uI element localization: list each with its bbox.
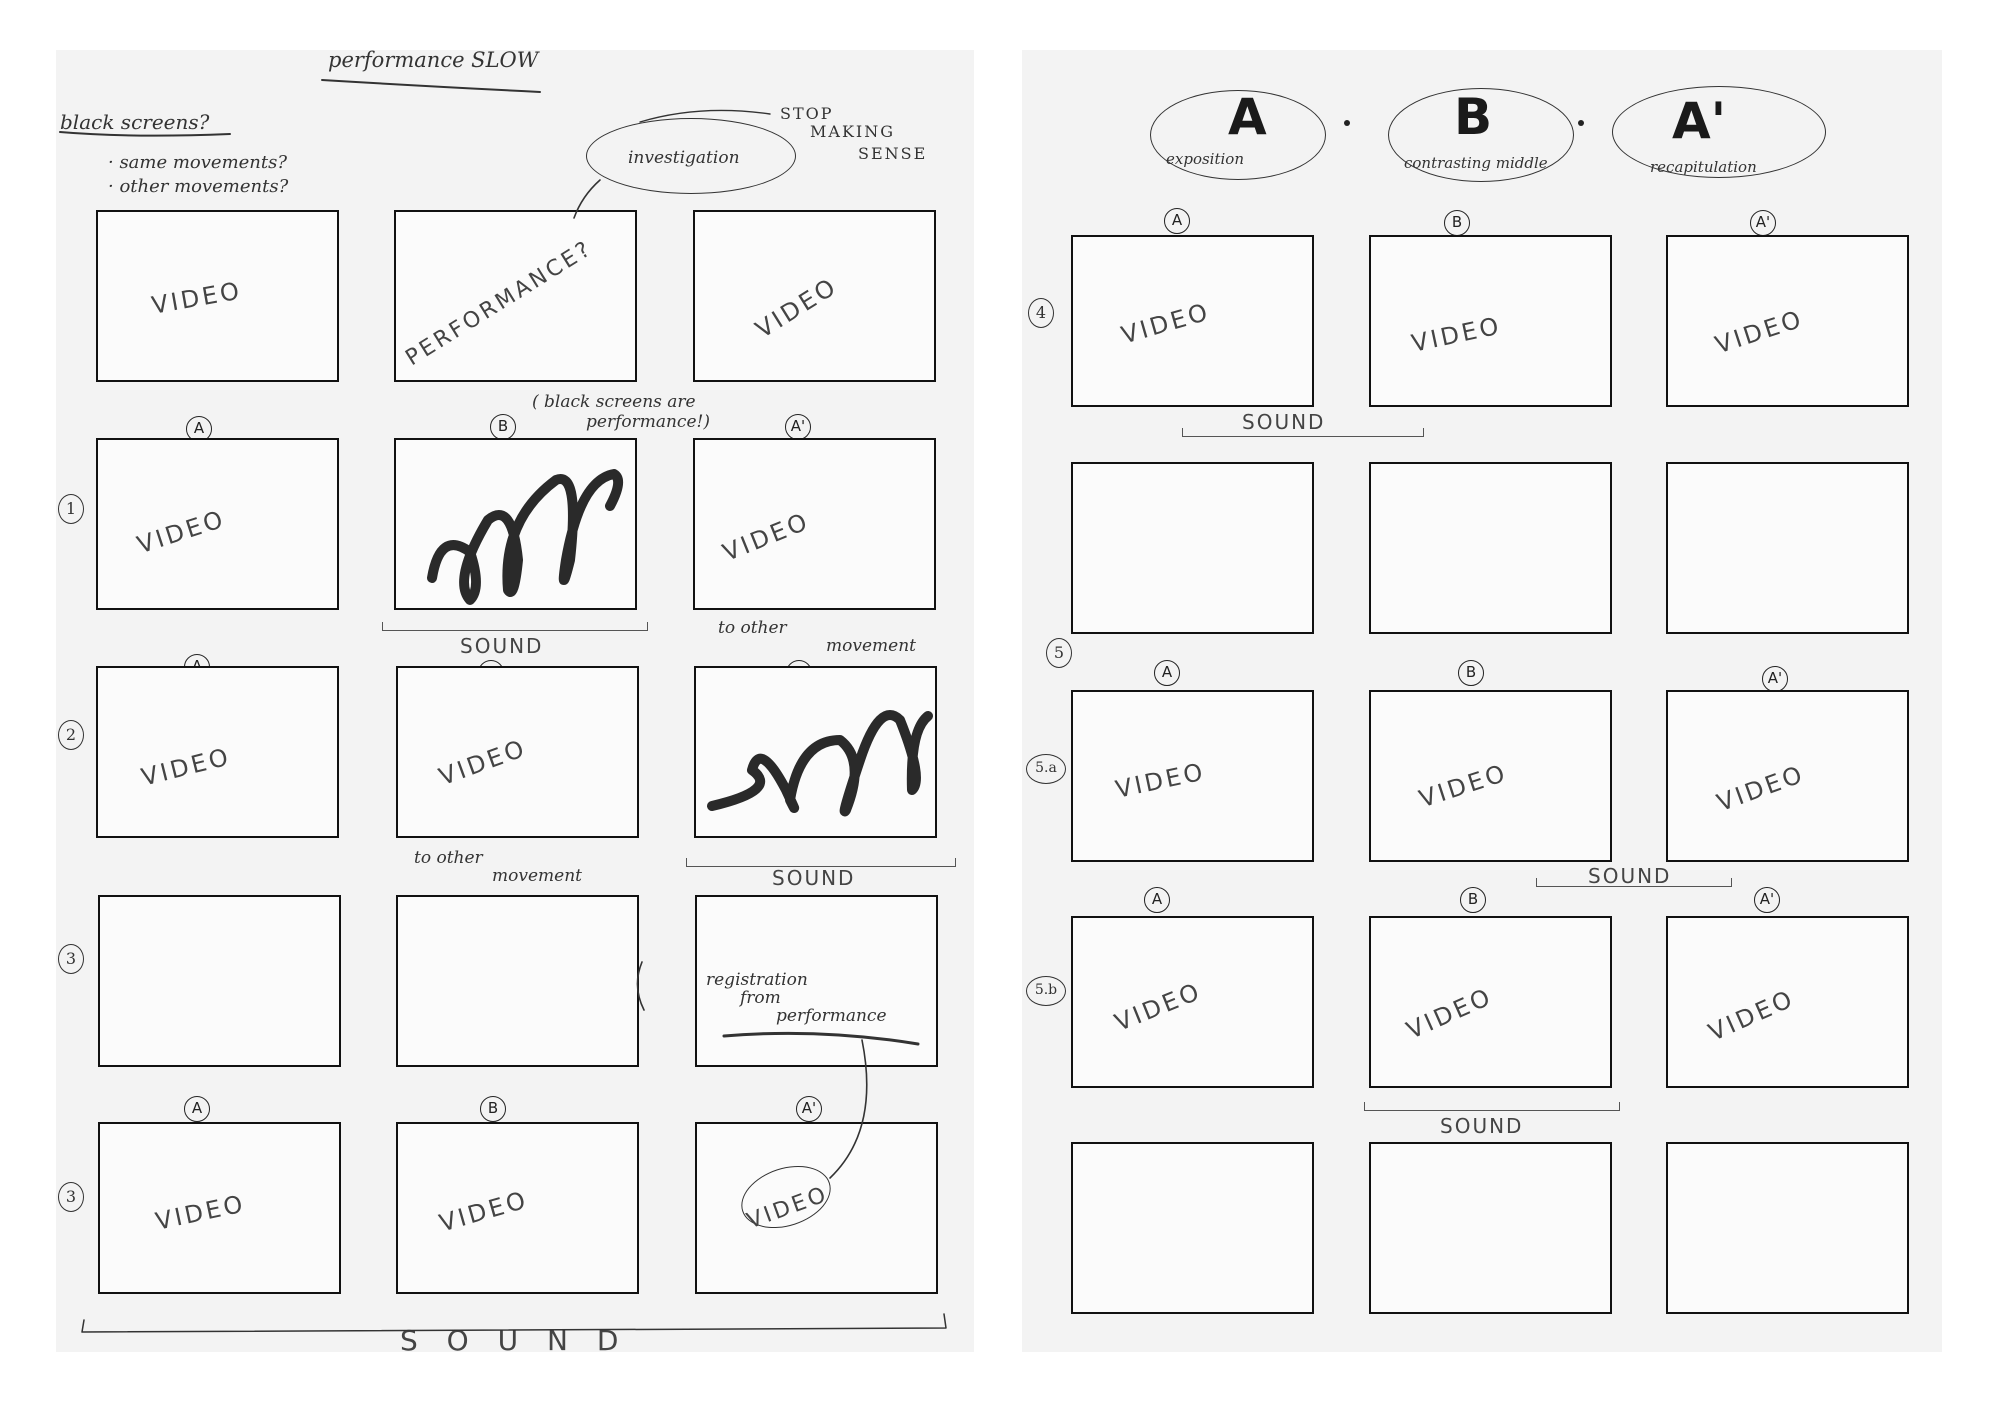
registration-arrow (829, 1039, 868, 1179)
registration-underline (722, 1031, 920, 1046)
callout-swoosh (639, 109, 771, 123)
black-scribble (707, 710, 933, 817)
callout-arrow (573, 179, 601, 219)
black-scribble (427, 469, 624, 605)
pen-strokes (59, 79, 947, 1333)
title-underline (321, 79, 541, 93)
bracket-tick (636, 961, 645, 1011)
question-underline (59, 131, 231, 137)
bottom-sound-bracket (81, 1313, 947, 1333)
